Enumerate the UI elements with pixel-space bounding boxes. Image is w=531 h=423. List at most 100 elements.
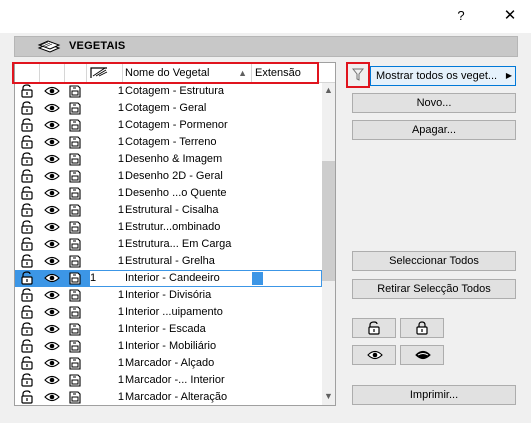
eye-icon[interactable] (44, 339, 60, 353)
eye-icon[interactable] (44, 356, 60, 370)
deselect-all-button[interactable]: Retirar Selecção Todos (352, 279, 516, 299)
layer-name[interactable]: Desenho ...o Quente (125, 187, 252, 199)
table-row[interactable]: 1 Cotagem - Terreno (15, 134, 322, 151)
layer-sheet-icon[interactable] (68, 237, 82, 251)
layer-sheet-icon[interactable] (68, 84, 82, 98)
intersection-number[interactable]: 1 (94, 289, 124, 301)
intersection-number[interactable]: 1 (94, 357, 124, 369)
eye-icon[interactable] (44, 373, 60, 387)
table-row[interactable]: 1 Interior - Escada (15, 321, 322, 338)
layer-sheet-icon[interactable] (68, 322, 82, 336)
eye-icon[interactable] (44, 271, 60, 285)
lock-icon[interactable] (20, 254, 34, 268)
layer-sheet-icon[interactable] (68, 254, 82, 268)
eye-icon[interactable] (44, 152, 60, 166)
eye-icon[interactable] (44, 254, 60, 268)
layer-name[interactable]: Cotagem - Geral (125, 102, 252, 114)
layer-name[interactable]: Marcador -... Interior (125, 374, 252, 386)
lock-icon[interactable] (20, 322, 34, 336)
lock-icon[interactable] (20, 339, 34, 353)
table-row[interactable]: 1 Desenho 2D - Geral (15, 168, 322, 185)
intersection-number[interactable]: 1 (94, 85, 124, 97)
layer-name[interactable]: Cotagem - Pormenor (125, 119, 252, 131)
layer-name[interactable]: Desenho & Imagem (125, 153, 252, 165)
lock-icon[interactable] (20, 84, 34, 98)
table-row[interactable]: 1 Cotagem - Estrutura (15, 83, 322, 100)
vertical-scrollbar[interactable]: ▲ ▼ (322, 83, 335, 405)
layer-sheet-icon[interactable] (68, 220, 82, 234)
eye-icon[interactable] (44, 84, 60, 98)
table-row[interactable]: 1 Estrutural - Cisalha (15, 202, 322, 219)
lock-icon[interactable] (20, 271, 34, 285)
lock-icon[interactable] (20, 356, 34, 370)
intersection-number[interactable]: 1 (94, 306, 124, 318)
layer-name[interactable]: Interior - Candeeiro (125, 272, 252, 284)
lock-icon[interactable] (20, 169, 34, 183)
intersection-number[interactable]: 1 (94, 340, 124, 352)
intersection-number[interactable]: 1 (94, 221, 124, 233)
layer-name[interactable]: Estrutural - Cisalha (125, 204, 252, 216)
intersection-number[interactable]: 1 (94, 323, 124, 335)
layer-sheet-icon[interactable] (68, 169, 82, 183)
eye-icon[interactable] (44, 237, 60, 251)
table-row[interactable]: 1 Interior - Candeeiro (15, 270, 322, 287)
layer-sheet-icon[interactable] (68, 356, 82, 370)
layer-name[interactable]: Estrutura... Em Carga (125, 238, 252, 250)
layer-sheet-icon[interactable] (68, 390, 82, 404)
layer-name[interactable]: Cotagem - Terreno (125, 136, 252, 148)
layer-sheet-icon[interactable] (68, 305, 82, 319)
layer-sheet-icon[interactable] (68, 203, 82, 217)
new-button[interactable]: Novo... (352, 93, 516, 113)
unlock-all-button[interactable] (352, 318, 396, 338)
show-all-dropdown[interactable]: Mostrar todos os veget... ▶ (370, 66, 516, 86)
eye-icon[interactable] (44, 390, 60, 404)
layer-name[interactable]: Estrutural - Grelha (125, 255, 252, 267)
layer-sheet-icon[interactable] (68, 339, 82, 353)
lock-icon[interactable] (20, 220, 34, 234)
table-row[interactable]: 1 Desenho & Imagem (15, 151, 322, 168)
intersection-number[interactable]: 1 (94, 391, 124, 403)
layer-sheet-icon[interactable] (68, 101, 82, 115)
layer-name[interactable]: Interior - Mobiliário (125, 340, 252, 352)
scroll-up-icon[interactable]: ▲ (322, 85, 335, 97)
lock-icon[interactable] (20, 186, 34, 200)
intersection-number[interactable]: 1 (94, 204, 124, 216)
lock-icon[interactable] (20, 118, 34, 132)
lock-icon[interactable] (20, 135, 34, 149)
layer-name[interactable]: Estrutur...ombinado (125, 221, 252, 233)
layer-name[interactable]: Interior - Escada (125, 323, 252, 335)
lock-icon[interactable] (20, 101, 34, 115)
hide-all-layers-button[interactable] (400, 345, 444, 365)
eye-icon[interactable] (44, 118, 60, 132)
eye-icon[interactable] (44, 101, 60, 115)
layer-name[interactable]: Marcador - Alteração (125, 391, 252, 403)
intersection-number[interactable]: 1 (94, 374, 124, 386)
eye-icon[interactable] (44, 305, 60, 319)
eye-icon[interactable] (44, 203, 60, 217)
layer-name[interactable]: Marcador - Alçado (125, 357, 252, 369)
table-row[interactable]: 1 Interior - Divisória (15, 287, 322, 304)
help-button[interactable]: ? (449, 6, 473, 26)
layer-list[interactable]: Nome do Vegetal ▲ Extensão 1 Cotagem - Es… (12, 62, 336, 406)
eye-icon[interactable] (44, 220, 60, 234)
intersection-number[interactable]: 1 (94, 136, 124, 148)
lock-icon[interactable] (20, 288, 34, 302)
table-row[interactable]: 1 Estrutur...ombinado (15, 219, 322, 236)
eye-icon[interactable] (44, 322, 60, 336)
lock-icon[interactable] (20, 390, 34, 404)
table-row[interactable]: 1 Estrutural - Grelha (15, 253, 322, 270)
scroll-down-icon[interactable]: ▼ (322, 391, 335, 403)
lock-icon[interactable] (20, 203, 34, 217)
layer-sheet-icon[interactable] (68, 373, 82, 387)
layer-sheet-icon[interactable] (68, 135, 82, 149)
table-row[interactable]: 1 Marcador - Alçado (15, 355, 322, 372)
intersection-number[interactable]: 1 (94, 153, 124, 165)
table-row[interactable]: 1 Interior ...uipamento (15, 304, 322, 321)
intersection-number[interactable]: 1 (94, 255, 124, 267)
layer-sheet-icon[interactable] (68, 186, 82, 200)
show-all-layers-button[interactable] (352, 345, 396, 365)
layer-name[interactable]: Interior ...uipamento (125, 306, 252, 318)
layer-sheet-icon[interactable] (68, 288, 82, 302)
intersection-number[interactable]: 1 (94, 119, 124, 131)
layer-name[interactable]: Cotagem - Estrutura (125, 85, 252, 97)
